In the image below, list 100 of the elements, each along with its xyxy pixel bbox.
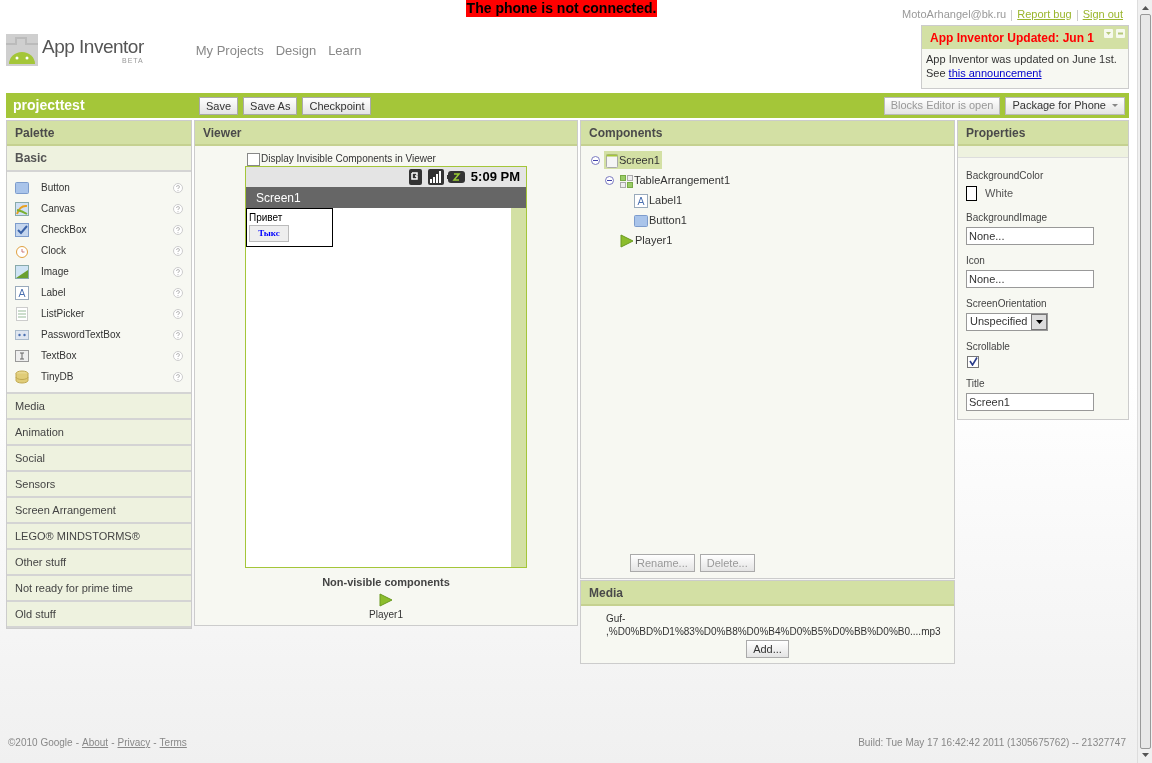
tree-item[interactable]: Screen1 [604,150,662,170]
project-name: projecttest [12,96,86,115]
checkbox[interactable] [247,153,260,166]
help-icon[interactable] [173,350,183,361]
palette-item[interactable]: TinyDB [7,366,191,387]
tree-item[interactable]: Label1 [632,190,685,210]
letter-a-icon [15,285,29,300]
help-icon[interactable] [173,182,183,193]
announcement-link[interactable]: this announcement [948,66,1042,80]
button[interactable]: Save [199,96,239,115]
separator: - [75,736,79,750]
nav-link[interactable]: Learn [328,41,362,61]
palette-item[interactable]: Label [7,282,191,303]
palette-item[interactable]: Button [7,177,191,198]
caret-icon [1035,319,1043,324]
dropdown[interactable]: Unspecified [966,312,1048,331]
clock-time: 5:09 PM [470,168,520,187]
help-icon[interactable] [173,371,183,382]
android-logo [6,34,38,66]
minimize-icon[interactable] [1116,29,1125,38]
notice-text: See [926,66,946,80]
help-icon[interactable] [173,308,183,319]
network-icon [408,169,425,185]
nav-link[interactable]: Design [275,41,317,61]
button[interactable]: Checkpoint [302,96,372,115]
panel-header: Viewer [195,121,577,146]
panel-header: Media [581,581,954,606]
arrow-up-icon[interactable] [1141,6,1149,10]
arrow-down-icon[interactable] [1141,753,1149,757]
text-input[interactable]: None... [966,269,1094,288]
help-icon[interactable] [173,203,183,214]
password-icon [15,327,29,342]
separator: - [153,736,157,750]
palette-drawer[interactable]: Not ready for prime time [7,576,191,602]
section-title: Non-visible components [322,575,450,590]
palette-item[interactable]: Image [7,261,191,282]
property-label: Scrollable [966,339,1011,354]
image-icon [15,264,29,279]
collapse-icon[interactable] [1104,29,1113,38]
button-icon [15,180,29,195]
connection-warning: The phone is not connected. [465,0,658,17]
app-title: App Inventor [42,36,144,57]
letter-a-icon [634,194,648,209]
checkbox-icon [15,222,29,237]
palette-drawer[interactable]: Animation [7,420,191,446]
notice-title: App Inventor Updated: Jun 1 [930,29,1094,47]
palette-drawer[interactable]: Social [7,446,191,472]
play-icon [379,592,393,607]
button[interactable]: Add... [746,640,789,658]
palette-item[interactable]: Clock [7,240,191,261]
text-input[interactable]: None... [966,226,1094,245]
property-label: ScreenOrientation [966,296,1048,311]
scrollbar[interactable] [1137,0,1152,763]
panel-header: Components [581,121,954,146]
media-file: Guf- ,%D0%BD%D1%83%D0%B8%D0%B4%D0%B5%D0%BB%D0%B0....mp3 [606,612,942,638]
text-input[interactable]: Screen1 [966,392,1094,411]
panel-header: Palette [7,121,191,146]
property-label: Icon [966,253,986,268]
tree-item[interactable]: Player1 [618,230,675,250]
button[interactable]: Package for Phone [1005,96,1125,115]
palette-drawer[interactable]: Screen Arrangement [7,498,191,524]
nav-link[interactable]: My Projects [195,41,264,61]
palette-drawer[interactable]: Old stuff [7,602,191,628]
database-icon [15,369,29,384]
palette-drawer[interactable]: LEGO® MINDSTORMS® [7,524,191,550]
help-icon[interactable] [173,287,183,298]
user-email: MotoArhangel@bk.ru [902,6,1007,22]
palette-drawer[interactable]: Media [7,394,191,420]
palette-drawer[interactable]: Sensors [7,472,191,498]
palette-item[interactable]: Canvas [7,198,191,219]
palette-item[interactable]: CheckBox [7,219,191,240]
help-icon[interactable] [173,224,183,235]
canvas-icon [15,201,29,216]
checkbox-label: Display Invisible Components in Viewer [261,152,436,166]
help-icon[interactable] [173,266,183,277]
tree-item[interactable]: Button1 [632,210,689,230]
property-label: Title [966,376,986,391]
battery-icon [446,171,465,183]
button[interactable]: Save As [243,96,298,115]
palette-drawer[interactable]: Basic [7,146,191,172]
grid-icon [620,175,633,189]
tree-item[interactable]: TableArrangement1 [618,170,732,190]
checkmark-icon [968,357,978,366]
panel-header: Properties [958,121,1128,146]
checkbox[interactable] [967,355,979,368]
collapse-toggle[interactable] [605,175,614,185]
button[interactable]: Тыкс [249,225,289,242]
list-icon [15,306,29,321]
palette-item[interactable]: TextBox [7,345,191,366]
palette-item[interactable]: PasswordTextBox [7,324,191,345]
property-label: BackgroundImage [966,210,1049,225]
play-icon [620,234,634,249]
palette-item[interactable]: ListPicker [7,303,191,324]
palette-drawer[interactable]: Other stuff [7,550,191,576]
collapse-toggle[interactable] [591,155,600,165]
help-icon[interactable] [173,329,183,340]
help-icon[interactable] [173,245,183,256]
textbox-icon [15,348,29,363]
copyright: ©2010 Google [8,736,73,750]
build-info: Build: Tue May 17 16:42:42 2011 (1305675762) -- 21327747 [858,736,1126,750]
